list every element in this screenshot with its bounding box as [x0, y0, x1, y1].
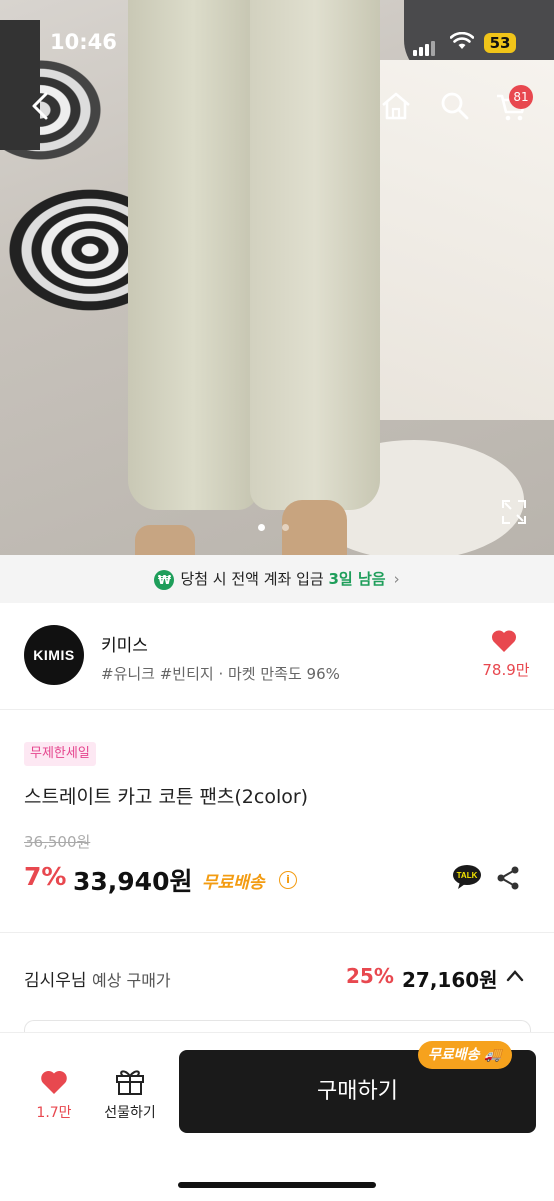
seller-logo[interactable]: KIMIS — [24, 625, 84, 685]
seller-tags: #유니크 #빈티지 · 마켓 만족도 96% — [101, 665, 340, 683]
expected-price-label: 김시우님 예상 구매가 — [24, 966, 171, 991]
fullscreen-expand-icon[interactable] — [501, 499, 527, 525]
gift-icon[interactable] — [114, 1066, 146, 1096]
expected-price-caption: 예상 구매가 — [91, 971, 171, 990]
free-shipping-label: 무료배송 — [202, 873, 265, 893]
seller-section[interactable]: KIMIS 키미스 #유니크 #빈티지 · 마켓 만족도 96% 78.9만 — [0, 603, 554, 710]
seller-name[interactable]: 키미스 — [101, 631, 148, 656]
discount-percent: 7% — [24, 862, 67, 891]
status-bar: 10:46 53 — [0, 0, 554, 90]
status-time: 10:46 — [50, 30, 117, 54]
truck-icon: 🚚 — [484, 1047, 502, 1063]
bottom-action-bar: 1.7만 선물하기 구매하기 무료배송 🚚 — [0, 1032, 554, 1201]
section-divider — [0, 932, 554, 933]
kakaotalk-icon[interactable]: TALK — [452, 864, 482, 890]
search-icon[interactable] — [437, 88, 473, 124]
share-icon[interactable] — [496, 865, 520, 891]
kakaotalk-label: TALK — [457, 871, 478, 880]
banner-highlight: 3일 남음 — [328, 570, 386, 588]
cart-count-badge: 81 — [509, 85, 533, 109]
gift-button-label[interactable]: 선물하기 — [94, 1102, 166, 1122]
chevron-up-icon[interactable] — [505, 968, 525, 984]
like-count: 1.7만 — [36, 1105, 72, 1121]
expected-price: 27,160원 — [402, 968, 498, 992]
free-shipping-tag-label: 무료배송 — [428, 1047, 480, 1063]
product-title: 스트레이트 카고 코튼 팬츠(2color) — [24, 786, 309, 808]
user-name: 김시우님 — [24, 971, 87, 991]
gallery-pagination — [258, 516, 306, 535]
free-shipping-tag: 무료배송 🚚 — [418, 1041, 512, 1069]
like-heart-icon[interactable] — [40, 1069, 68, 1095]
banner-text: 당첨 시 전액 계좌 입금 — [180, 570, 324, 588]
info-icon[interactable]: i — [279, 871, 297, 889]
pagination-dot[interactable] — [282, 524, 289, 531]
back-arrow-icon[interactable] — [24, 88, 60, 124]
home-icon[interactable] — [378, 88, 414, 124]
pagination-dot-active[interactable] — [258, 524, 265, 531]
photo-shoe-left — [135, 525, 195, 555]
seller-like-count: 78.9만 — [482, 661, 530, 679]
home-indicator — [178, 1182, 376, 1188]
cellular-signal-icon — [413, 37, 437, 56]
event-banner[interactable]: ₩ 당첨 시 전액 계좌 입금 3일 남음 › — [0, 555, 554, 603]
heart-icon[interactable] — [491, 629, 517, 653]
sale-badge: 무제한세일 — [24, 742, 96, 766]
chevron-right-icon: › — [393, 570, 400, 588]
original-price: 36,500원 — [24, 833, 91, 851]
wifi-icon — [450, 32, 474, 49]
expected-discount-percent: 25% — [346, 964, 394, 988]
battery-indicator: 53 — [484, 33, 516, 53]
won-coin-icon: ₩ — [154, 569, 175, 590]
sale-price: 33,940원 — [73, 867, 193, 896]
